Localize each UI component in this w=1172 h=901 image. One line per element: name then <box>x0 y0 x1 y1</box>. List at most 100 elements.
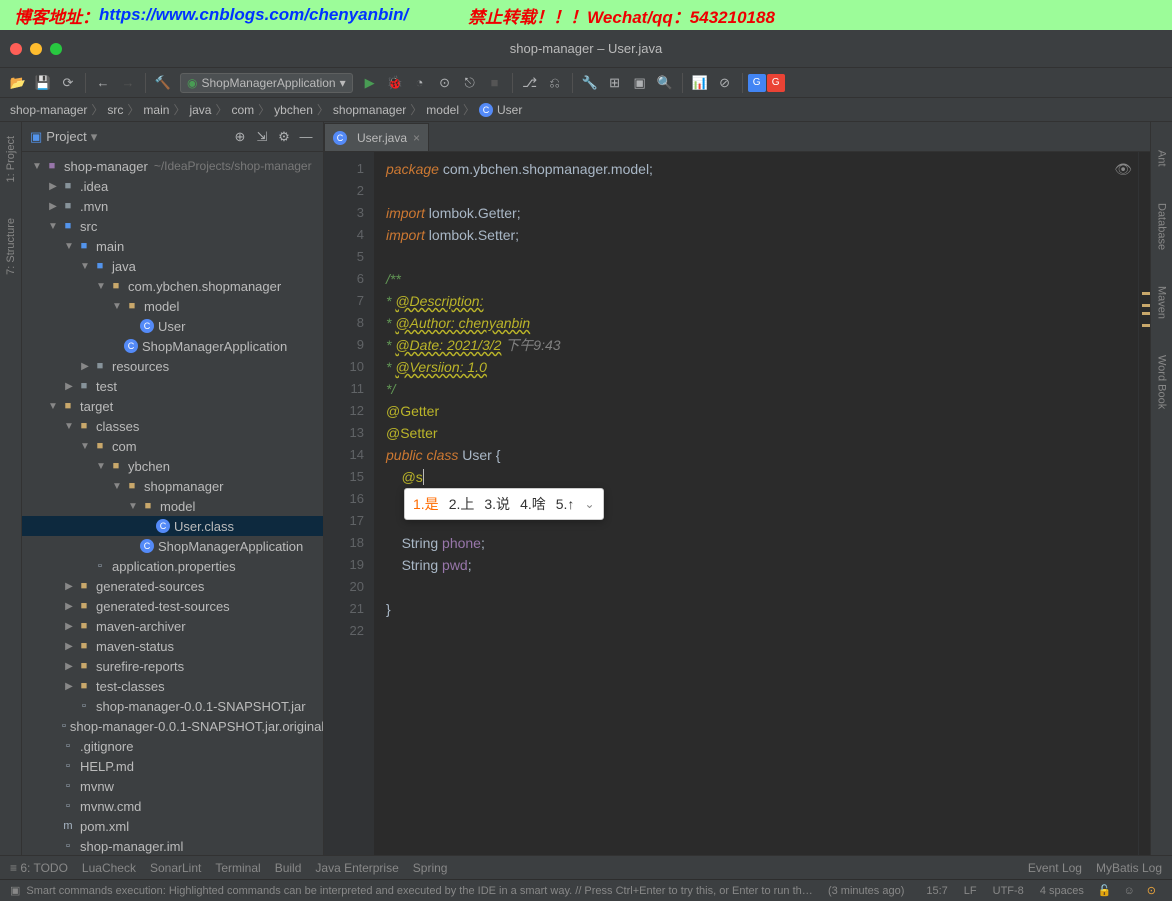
tree-node[interactable]: ▶■maven-status <box>22 636 323 656</box>
wrench-icon[interactable]: 🔧 <box>578 71 602 95</box>
expand-arrow-icon[interactable]: ▶ <box>62 681 76 692</box>
tree-node[interactable]: ▼■shopmanager <box>22 476 323 496</box>
reader-mode-icon[interactable]: 👁 <box>1114 158 1132 180</box>
tool-tab[interactable]: Word Book <box>1156 347 1168 417</box>
bottom-tool-button[interactable]: LuaCheck <box>82 861 136 875</box>
expand-arrow-icon[interactable]: ▶ <box>62 601 76 612</box>
expand-arrow-icon[interactable]: ▼ <box>126 501 140 512</box>
tree-node[interactable]: ▫mvnw <box>22 776 323 796</box>
refresh-icon[interactable]: ⟳ <box>56 71 80 95</box>
breadcrumb-item[interactable]: shop-manager <box>10 103 87 117</box>
expand-arrow-icon[interactable]: ▶ <box>62 381 76 392</box>
tree-node[interactable]: ▼■main <box>22 236 323 256</box>
profile-icon[interactable]: ⊙ <box>433 71 457 95</box>
expand-arrow-icon[interactable]: ▶ <box>62 581 76 592</box>
run-config-selector[interactable]: ◉ ShopManagerApplication ▾ <box>180 73 353 93</box>
tree-node[interactable]: CShopManagerApplication <box>22 336 323 356</box>
bottom-tool-button[interactable]: SonarLint <box>150 861 201 875</box>
tree-node[interactable]: ▼■target <box>22 396 323 416</box>
expand-arrow-icon[interactable]: ▶ <box>62 621 76 632</box>
expand-arrow-icon[interactable]: ▼ <box>94 281 108 292</box>
close-window-icon[interactable] <box>10 43 22 55</box>
google2-icon[interactable]: G <box>767 74 785 92</box>
tree-node[interactable]: ▫shop-manager-0.0.1-SNAPSHOT.jar <box>22 696 323 716</box>
breadcrumb-item[interactable]: ybchen <box>274 103 313 117</box>
expand-arrow-icon[interactable]: ▶ <box>62 641 76 652</box>
expand-arrow-icon[interactable]: ▼ <box>78 261 92 272</box>
x-icon[interactable]: ⊘ <box>713 71 737 95</box>
tree-node[interactable]: ▶■.mvn <box>22 196 323 216</box>
save-icon[interactable]: 💾 <box>31 71 55 95</box>
tree-node[interactable]: ▫.gitignore <box>22 736 323 756</box>
expand-icon[interactable]: ⇲ <box>253 128 271 146</box>
tree-node[interactable]: ▼■classes <box>22 416 323 436</box>
tree-node[interactable]: ▫HELP.md <box>22 756 323 776</box>
tree-node[interactable]: ▶■test-classes <box>22 676 323 696</box>
chart-icon[interactable]: 📊 <box>688 71 712 95</box>
tree-node[interactable]: ▼■model <box>22 296 323 316</box>
tree-node[interactable]: ▶■maven-archiver <box>22 616 323 636</box>
run-icon[interactable]: ▶ <box>358 71 382 95</box>
tool-tab[interactable]: 7: Structure <box>5 210 17 283</box>
expand-arrow-icon[interactable]: ▶ <box>62 661 76 672</box>
bottom-tool-button[interactable]: Spring <box>413 861 448 875</box>
expand-arrow-icon[interactable]: ▼ <box>30 161 44 172</box>
bottom-tool-button[interactable]: Terminal <box>215 861 260 875</box>
hammer-icon[interactable]: 🔨 <box>151 71 175 95</box>
bottom-tool-button[interactable]: MyBatis Log <box>1096 861 1162 875</box>
tree-node[interactable]: ▼■src <box>22 216 323 236</box>
debug-icon[interactable]: 🐞 <box>383 71 407 95</box>
expand-arrow-icon[interactable]: ▼ <box>62 241 76 252</box>
gear-icon[interactable]: ⚙ <box>275 128 293 146</box>
breadcrumb-item[interactable]: java <box>189 103 211 117</box>
tree-node[interactable]: CShopManagerApplication <box>22 536 323 556</box>
breadcrumb-item[interactable]: User <box>497 103 522 117</box>
bottom-tool-button[interactable]: Java Enterprise <box>315 861 398 875</box>
tree-node[interactable]: ▼■shop-manager~/IdeaProjects/shop-manage… <box>22 156 323 176</box>
tree-node[interactable]: ▫shop-manager-0.0.1-SNAPSHOT.jar.origina… <box>22 716 323 736</box>
expand-arrow-icon[interactable]: ▼ <box>62 421 76 432</box>
tree-node[interactable]: ▶■surefire-reports <box>22 656 323 676</box>
tree-node[interactable]: ▶■generated-sources <box>22 576 323 596</box>
expand-arrow-icon[interactable]: ▼ <box>78 441 92 452</box>
expand-arrow-icon[interactable]: ▶ <box>78 361 92 372</box>
settings-sync-icon[interactable]: ⊙ <box>1147 884 1156 897</box>
tree-node[interactable]: ▫mvnw.cmd <box>22 796 323 816</box>
tree-node[interactable]: ▼■ybchen <box>22 456 323 476</box>
search-icon[interactable]: 🔍 <box>653 71 677 95</box>
breadcrumb-item[interactable]: main <box>143 103 169 117</box>
back-icon[interactable]: ← <box>91 71 115 95</box>
locate-icon[interactable]: ⊕ <box>231 128 249 146</box>
sdk-icon[interactable]: ▣ <box>628 71 652 95</box>
breadcrumb-item[interactable]: shopmanager <box>333 103 406 117</box>
tree-node[interactable]: ▼■com <box>22 436 323 456</box>
tree-node[interactable]: ▫application.properties <box>22 556 323 576</box>
maximize-window-icon[interactable] <box>50 43 62 55</box>
expand-arrow-icon[interactable]: ▼ <box>110 481 124 492</box>
expand-arrow-icon[interactable]: ▶ <box>46 201 60 212</box>
tree-node[interactable]: ▼■model <box>22 496 323 516</box>
tool-tab[interactable]: Maven <box>1156 278 1168 327</box>
tree-node[interactable]: ▶■.idea <box>22 176 323 196</box>
forward-icon[interactable]: → <box>116 71 140 95</box>
tree-node[interactable]: ▶■resources <box>22 356 323 376</box>
stop-icon[interactable]: ■ <box>483 71 507 95</box>
tree-node[interactable]: ▼■java <box>22 256 323 276</box>
tree-node[interactable]: ▼■com.ybchen.shopmanager <box>22 276 323 296</box>
tree-node[interactable]: mpom.xml <box>22 816 323 836</box>
breadcrumb-item[interactable]: src <box>107 103 123 117</box>
tree-node[interactable]: ▶■test <box>22 376 323 396</box>
tool-tab[interactable]: 1: Project <box>5 128 17 190</box>
breadcrumb-item[interactable]: model <box>426 103 459 117</box>
watermark-url[interactable]: https://www.cnblogs.com/chenyanbin/ <box>99 5 408 25</box>
lock-icon[interactable]: 🔓 <box>1098 884 1112 897</box>
tree-node[interactable]: CUser <box>22 316 323 336</box>
tree-node[interactable]: ▶■generated-test-sources <box>22 596 323 616</box>
bottom-tool-button[interactable]: Event Log <box>1028 861 1082 875</box>
attach-icon[interactable]: ⎋ <box>458 71 482 95</box>
tree-node[interactable]: CUser.class <box>22 516 323 536</box>
close-tab-icon[interactable]: × <box>413 131 420 145</box>
code-editor[interactable]: 12345678910111213141516171819202122 pack… <box>324 152 1150 855</box>
tool-tab[interactable]: Database <box>1156 195 1168 258</box>
bottom-tool-button[interactable]: Build <box>275 861 302 875</box>
